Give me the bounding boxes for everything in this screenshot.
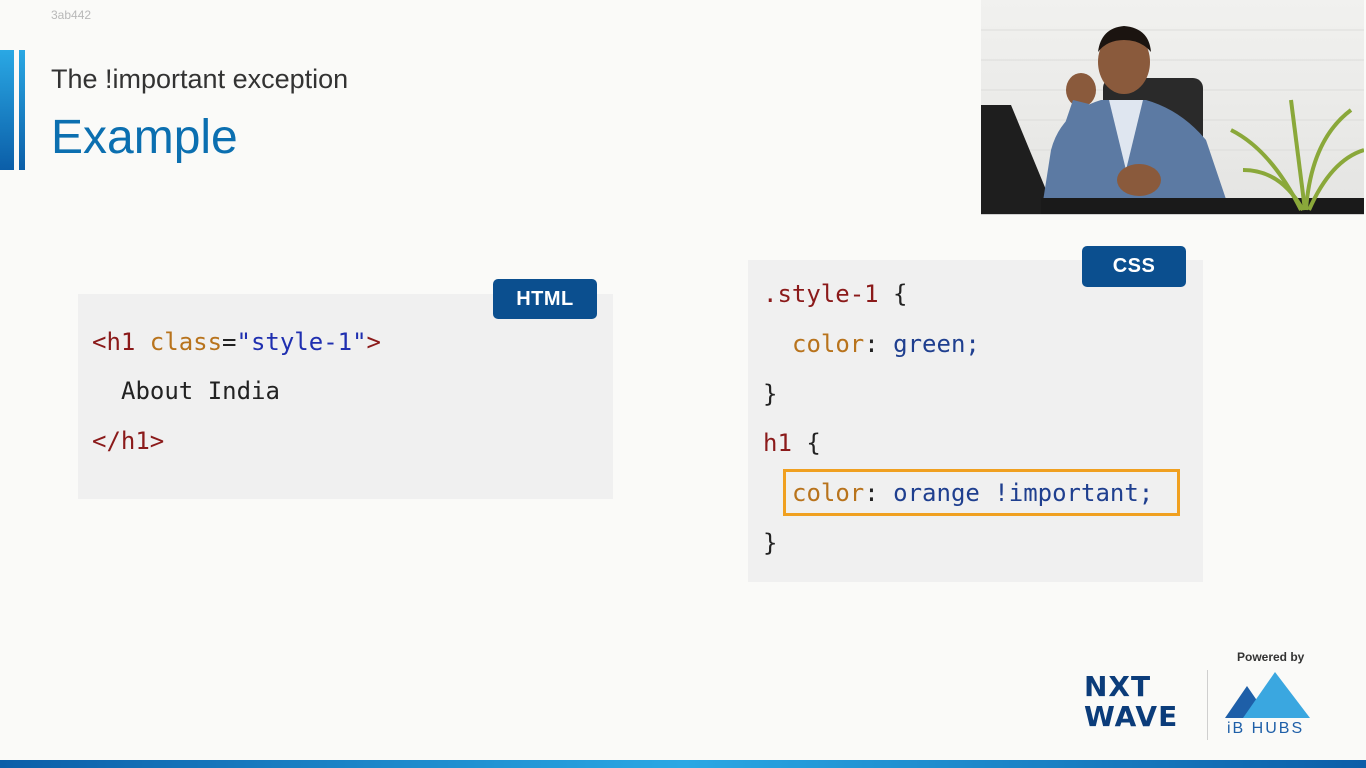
css-code-line-2: color: green; [792, 330, 980, 358]
html-code-line-2: About India [121, 377, 280, 405]
slide-title: Example [51, 111, 238, 164]
html-code-panel: <h1 class="style-1"> About India </h1> [78, 294, 613, 499]
bottom-accent-bar [0, 760, 1366, 768]
css-badge: CSS [1082, 246, 1186, 287]
video-id-watermark: 3ab442 [51, 8, 92, 22]
css-code-line-1: .style-1 { [763, 280, 908, 308]
title-accent-bar [0, 50, 26, 170]
slide-subtitle: The !important exception [51, 64, 349, 94]
css-code-panel: .style-1 { color: green; } h1 { color: o… [748, 260, 1203, 582]
html-code-line-3: </h1> [92, 427, 165, 455]
css-code-line-4: h1 { [763, 429, 821, 457]
css-code-line-6: } [763, 529, 778, 557]
nxtwave-logo: NXT WAVE [1084, 670, 1179, 733]
important-highlight-box [783, 469, 1180, 516]
css-code-line-3: } [763, 380, 778, 408]
ibhubs-logo: iB HUBS [1225, 668, 1315, 740]
powered-by-label: Powered by [1237, 650, 1305, 664]
html-code-line-1: <h1 class="style-1"> [92, 328, 381, 356]
presenter-video [981, 0, 1364, 215]
html-badge: HTML [493, 279, 597, 319]
logo-divider [1207, 670, 1208, 740]
